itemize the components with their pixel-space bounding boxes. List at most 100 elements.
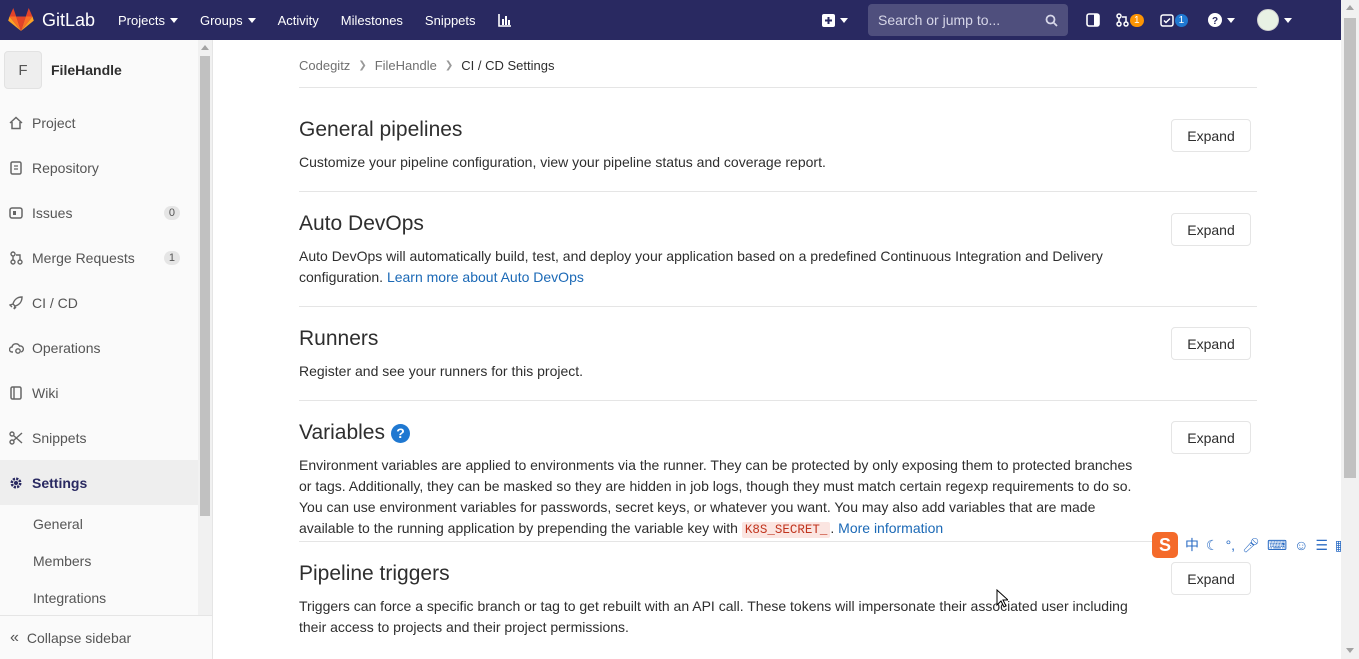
divider xyxy=(299,87,1257,88)
divider xyxy=(299,541,1257,542)
variables-text: Environment variables are applied to env… xyxy=(299,457,1133,536)
help-icon[interactable]: ? xyxy=(391,423,410,443)
search-box[interactable] xyxy=(868,4,1068,36)
project-avatar: F xyxy=(4,51,42,89)
punctuation-icon[interactable]: °, xyxy=(1226,537,1236,553)
nav-milestones-label: Milestones xyxy=(340,12,403,28)
sidebar-item-project[interactable]: Project xyxy=(0,100,198,145)
sidebar-scrollbar[interactable] xyxy=(198,40,212,615)
scroll-up-icon xyxy=(201,45,209,50)
sidebar-item-label: Merge Requests xyxy=(32,249,135,266)
sidebar-item-label: Wiki xyxy=(32,384,59,401)
merge-requests-nav[interactable]: 1 xyxy=(1116,13,1144,27)
nav-projects-label: Projects xyxy=(118,12,165,28)
project-sidebar: F FileHandle Project Repository Issues 0… xyxy=(0,40,213,659)
brand-name: GitLab xyxy=(42,9,96,30)
breadcrumb-current[interactable]: CI / CD Settings xyxy=(461,58,554,73)
sidebar-item-operations[interactable]: Operations xyxy=(0,325,198,370)
sidebar-item-label: Operations xyxy=(32,339,101,356)
project-name: FileHandle xyxy=(51,62,122,78)
nav-activity[interactable]: Activity xyxy=(278,13,319,28)
collapse-sidebar-label: Collapse sidebar xyxy=(26,629,132,646)
expand-variables-button[interactable]: Expand xyxy=(1171,421,1251,454)
scroll-down-icon xyxy=(1346,648,1354,653)
sidebar-subitem-integrations[interactable]: Integrations xyxy=(33,590,106,606)
search-icon xyxy=(1045,14,1058,27)
nav-links: Projects Groups Activity Milestones Snip… xyxy=(118,13,534,28)
merge-request-icon xyxy=(8,250,24,266)
keyboard-icon[interactable]: ⌨ xyxy=(1267,537,1287,554)
double-chevron-left-icon: « xyxy=(10,628,19,646)
sidebar-item-label: CI / CD xyxy=(32,294,78,311)
sidebar-project-header[interactable]: F FileHandle xyxy=(4,51,122,89)
learn-more-auto-devops-link[interactable]: Learn more about Auto DevOps xyxy=(387,269,584,285)
sidebar-item-label: Repository xyxy=(32,159,99,176)
nav-activity-label: Activity xyxy=(277,12,319,28)
ime-language-toggle[interactable]: 中 xyxy=(1185,535,1199,555)
section-title: Pipeline triggers xyxy=(299,562,450,585)
microphone-icon[interactable]: 🎤︎ xyxy=(1242,537,1260,554)
user-menu[interactable] xyxy=(1257,9,1293,31)
sidebar-item-merge-requests[interactable]: Merge Requests 1 xyxy=(0,235,198,280)
nav-projects[interactable]: Projects xyxy=(118,13,178,28)
section-pipeline-triggers: Pipeline triggers Triggers can force a s… xyxy=(299,562,1257,638)
nav-milestones[interactable]: Milestones xyxy=(341,13,403,28)
divider xyxy=(299,400,1257,401)
sidebar-toggle-icon[interactable] xyxy=(1086,13,1100,27)
collapse-sidebar-button[interactable]: « Collapse sidebar xyxy=(0,615,212,659)
gitlab-home-link[interactable]: GitLab xyxy=(8,8,112,32)
person-icon[interactable]: ☺ xyxy=(1294,537,1308,553)
section-general-pipelines: General pipelines Customize your pipelin… xyxy=(299,118,1257,192)
divider xyxy=(299,191,1257,192)
variables-title-text: Variables xyxy=(299,421,385,444)
todos-count: 1 xyxy=(1174,13,1189,27)
sidebar-item-label: Issues xyxy=(32,204,73,221)
section-title: Variables? xyxy=(299,421,1257,445)
issues-icon xyxy=(8,205,24,221)
avatar xyxy=(1257,9,1280,31)
variable-prefix-code: K8S_SECRET_ xyxy=(741,522,831,538)
nav-chart-icon[interactable] xyxy=(497,13,512,27)
expand-auto-devops-button[interactable]: Expand xyxy=(1171,213,1251,246)
breadcrumb-group[interactable]: Codegitz xyxy=(299,58,350,73)
todo-check-icon xyxy=(1159,13,1174,27)
sidebar-subitem-general[interactable]: General xyxy=(33,516,83,532)
expand-pipeline-triggers-button[interactable]: Expand xyxy=(1171,562,1251,595)
more-information-link[interactable]: More information xyxy=(838,520,943,536)
gitlab-logo-icon xyxy=(8,8,34,31)
help-icon: ? xyxy=(1208,13,1223,27)
nav-snippets[interactable]: Snippets xyxy=(425,13,476,28)
sidebar-item-repository[interactable]: Repository xyxy=(0,145,198,190)
cloud-gear-icon xyxy=(8,340,24,356)
expand-runners-button[interactable]: Expand xyxy=(1171,327,1251,360)
new-item-dropdown[interactable] xyxy=(822,13,848,27)
section-variables: Variables? Environment variables are app… xyxy=(299,421,1257,542)
sidebar-item-wiki[interactable]: Wiki xyxy=(0,370,198,415)
expand-general-pipelines-button[interactable]: Expand xyxy=(1171,119,1251,152)
sidebar-subitem-members[interactable]: Members xyxy=(33,553,91,569)
sidebar-item-ci-cd[interactable]: CI / CD xyxy=(0,280,198,325)
sidebar-item-snippets[interactable]: Snippets xyxy=(0,415,198,460)
nav-groups[interactable]: Groups xyxy=(200,13,256,28)
sidebar-item-label: Project xyxy=(32,114,76,131)
divider xyxy=(299,306,1257,307)
page-scrollbar[interactable] xyxy=(1341,0,1359,659)
ime-logo-icon: S xyxy=(1152,532,1178,558)
chevron-down-icon xyxy=(840,17,848,23)
merge-requests-count: 1 xyxy=(1130,13,1144,27)
sidebar-item-settings[interactable]: Settings xyxy=(0,460,198,505)
chevron-right-icon: ❯ xyxy=(444,60,454,71)
chevron-down-icon xyxy=(1227,17,1236,23)
breadcrumb: Codegitz ❯ FileHandle ❯ CI / CD Settings xyxy=(299,58,554,73)
help-dropdown[interactable]: ? xyxy=(1208,13,1236,27)
breadcrumb-project[interactable]: FileHandle xyxy=(375,58,437,73)
ime-toolbar[interactable]: S 中 ☾ °, 🎤︎ ⌨ ☺ ☰ ▦ xyxy=(1152,530,1358,560)
shirt-icon[interactable]: ☰ xyxy=(1315,537,1328,554)
todos-nav[interactable]: 1 xyxy=(1159,13,1189,27)
search-input[interactable] xyxy=(878,12,1045,28)
sidebar-item-issues[interactable]: Issues 0 xyxy=(0,190,198,235)
page-scroll-thumb[interactable] xyxy=(1344,18,1356,478)
moon-icon[interactable]: ☾ xyxy=(1206,537,1219,554)
sidebar-scroll-thumb[interactable] xyxy=(200,56,210,516)
plus-square-icon xyxy=(822,13,835,27)
